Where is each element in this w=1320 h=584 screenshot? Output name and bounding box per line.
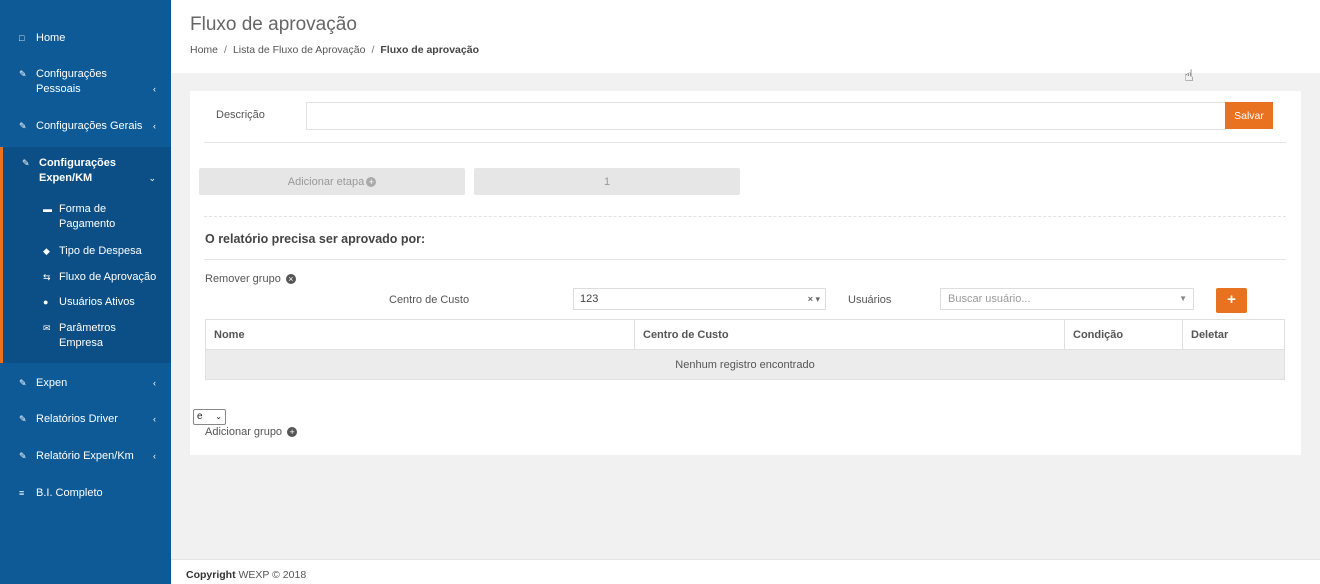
plus-circle-icon: + <box>287 427 298 438</box>
submenu-item-label: Fluxo de Aprovação <box>59 271 157 283</box>
users-search-select[interactable]: Buscar usuário... ▼ <box>940 288 1194 310</box>
section-title: O relatório precisa ser aprovado por: <box>205 232 426 246</box>
column-header-centro-custo: Centro de Custo <box>634 319 1065 350</box>
sidebar-item-label: Configurações Gerais <box>36 120 143 132</box>
stage-tab-1[interactable]: 1 <box>474 168 740 195</box>
logic-operator-select[interactable]: e ⌄ <box>193 409 226 425</box>
plus-circle-icon: + <box>366 176 377 187</box>
breadcrumb-separator: / <box>371 44 375 56</box>
submenu-item-tipo-despesa[interactable]: ◆ Tipo de Despesa <box>3 244 174 259</box>
footer: Copyright WEXP © 2018 <box>171 559 1320 584</box>
sidebar-item-relatorios-driver[interactable]: ✎ Relatórios Driver ‹ <box>0 412 171 427</box>
chevron-left-icon: ‹ <box>153 451 156 461</box>
page-header: Fluxo de aprovação Home / Lista de Fluxo d… <box>171 0 1320 73</box>
submenu-item-label: Parâmetros Empresa <box>59 322 116 349</box>
edit-icon: ✎ <box>19 451 27 461</box>
sidebar-item-expen[interactable]: ✎ Expen ‹ <box>0 376 171 391</box>
sidebar-item-home[interactable]: □ Home <box>0 31 171 46</box>
retweet-icon: ⇆ <box>43 272 51 282</box>
sidebar-item-label: Relatório Expen/Km <box>36 450 134 462</box>
user-icon: ● <box>43 297 49 307</box>
chevron-down-icon: ⌄ <box>148 173 156 183</box>
table-row: Nenhum registro encontrado <box>205 349 1285 380</box>
column-header-condicao: Condição <box>1064 319 1183 350</box>
submenu-item-usuarios-ativos[interactable]: ● Usuários Ativos <box>3 295 174 310</box>
stage-number: 1 <box>603 175 611 188</box>
logic-operator-value: e <box>197 411 203 422</box>
column-header-nome: Nome <box>205 319 635 350</box>
dropdown-arrow-icon: ▼ <box>1179 294 1187 303</box>
sidebar-item-bi-completo[interactable]: ≡ B.I. Completo <box>0 486 171 501</box>
breadcrumb-current: Fluxo de aprovação <box>380 44 479 56</box>
save-button[interactable]: Salvar <box>1225 102 1273 129</box>
edit-icon: ✎ <box>19 378 27 388</box>
list-icon: ≡ <box>19 488 25 498</box>
users-label: Usuários <box>848 294 892 306</box>
divider <box>204 259 1286 260</box>
sidebar-item-configuracoes-expen-km[interactable]: ✎ Configurações Expen/KM ⌄ <box>0 147 171 195</box>
add-group-label: Adicionar grupo <box>205 426 283 438</box>
column-header-deletar: Deletar <box>1182 319 1285 350</box>
chevron-left-icon: ‹ <box>153 378 156 388</box>
submenu-item-label: Forma de Pagamento <box>59 203 116 230</box>
breadcrumb-list[interactable]: Lista de Fluxo de Aprovação <box>233 44 366 56</box>
table-header-row: Nome Centro de Custo Condição Deletar <box>205 319 1285 350</box>
page-title: Fluxo de aprovação <box>190 14 357 35</box>
remove-group-button[interactable]: Remover grupo × <box>205 273 296 285</box>
divider <box>204 216 1286 217</box>
remove-group-label: Remover grupo <box>205 273 281 285</box>
description-input[interactable] <box>306 102 1226 130</box>
divider <box>204 142 1286 143</box>
sidebar-item-label: Configurações Pessoais <box>36 68 107 95</box>
copyright-text: WEXP © 2018 <box>238 569 307 581</box>
tag-icon: ◆ <box>43 246 50 256</box>
sidebar-item-label: Configurações Expen/KM <box>39 157 117 184</box>
submenu-item-label: Tipo de Despesa <box>59 245 142 257</box>
sidebar-item-label: B.I. Completo <box>36 487 103 499</box>
submenu-item-fluxo-aprovacao[interactable]: ⇆ Fluxo de Aprovação <box>3 270 174 285</box>
add-stage-label: Adicionar etapa <box>287 175 365 188</box>
submenu-item-label: Usuários Ativos <box>59 296 135 308</box>
cost-center-value: 123 <box>580 293 599 305</box>
edit-icon: ✎ <box>19 69 27 79</box>
submenu-item-parametros-empresa[interactable]: ✉ Parâmetros Empresa <box>3 321 174 351</box>
sidebar-item-configuracoes-pessoais[interactable]: ✎ Configurações Pessoais ‹ <box>0 67 171 97</box>
submenu-item-forma-pagamento[interactable]: ▬ Forma de Pagamento <box>3 202 174 232</box>
add-stage-button[interactable]: Adicionar etapa + <box>199 168 465 195</box>
credit-card-icon: ▬ <box>43 204 52 214</box>
cost-center-label: Centro de Custo <box>389 294 470 306</box>
laptop-icon: □ <box>19 33 25 43</box>
edit-icon: ✎ <box>19 121 27 131</box>
remove-circle-icon: × <box>285 274 296 285</box>
breadcrumb-separator: / <box>224 44 227 56</box>
empty-table-message: Nenhum registro encontrado <box>205 349 1285 380</box>
sidebar-item-label: Relatórios Driver <box>36 413 118 425</box>
envelope-icon: ✉ <box>43 323 51 333</box>
sidebar-item-configuracoes-gerais[interactable]: ✎ Configurações Gerais ‹ <box>0 119 171 134</box>
submenu: ▬ Forma de Pagamento ◆ Tipo de Despesa ⇆ Fl… <box>0 195 171 363</box>
chevron-left-icon: ‹ <box>153 414 156 424</box>
add-group-button[interactable]: Adicionar grupo + <box>205 426 298 438</box>
edit-icon: ✎ <box>19 414 27 424</box>
approvers-table: Nome Centro de Custo Condição Deletar Ne… <box>205 319 1285 380</box>
copyright-label: Copyright <box>186 569 236 581</box>
chevron-left-icon: ‹ <box>153 84 156 94</box>
description-label: Descrição <box>216 109 265 121</box>
chevron-left-icon: ‹ <box>153 121 156 131</box>
chevron-down-icon: ⌄ <box>215 412 222 421</box>
edit-icon: ✎ <box>22 158 30 168</box>
add-user-button[interactable]: + <box>1216 288 1247 313</box>
clear-and-dropdown-icon[interactable]: × ▾ <box>808 289 820 309</box>
approval-flow-panel: Descrição Salvar Adicionar etapa + 1 O r… <box>190 91 1301 455</box>
sidebar: □ Home ✎ Configurações Pessoais ‹ ✎ Conf… <box>0 0 171 584</box>
sidebar-item-label: Home <box>36 32 66 44</box>
sidebar-item-relatorio-expen-km[interactable]: ✎ Relatório Expen/Km ‹ <box>0 449 171 464</box>
breadcrumb: Home / Lista de Fluxo de Aprovação / Fluxo d… <box>190 44 479 56</box>
breadcrumb-home[interactable]: Home <box>190 44 218 56</box>
users-placeholder: Buscar usuário... <box>948 293 1031 305</box>
sidebar-item-label: Expen <box>36 377 68 389</box>
cost-center-select[interactable]: 123 × ▾ <box>573 288 826 310</box>
hand-cursor-icon: ☝ <box>1184 68 1194 85</box>
